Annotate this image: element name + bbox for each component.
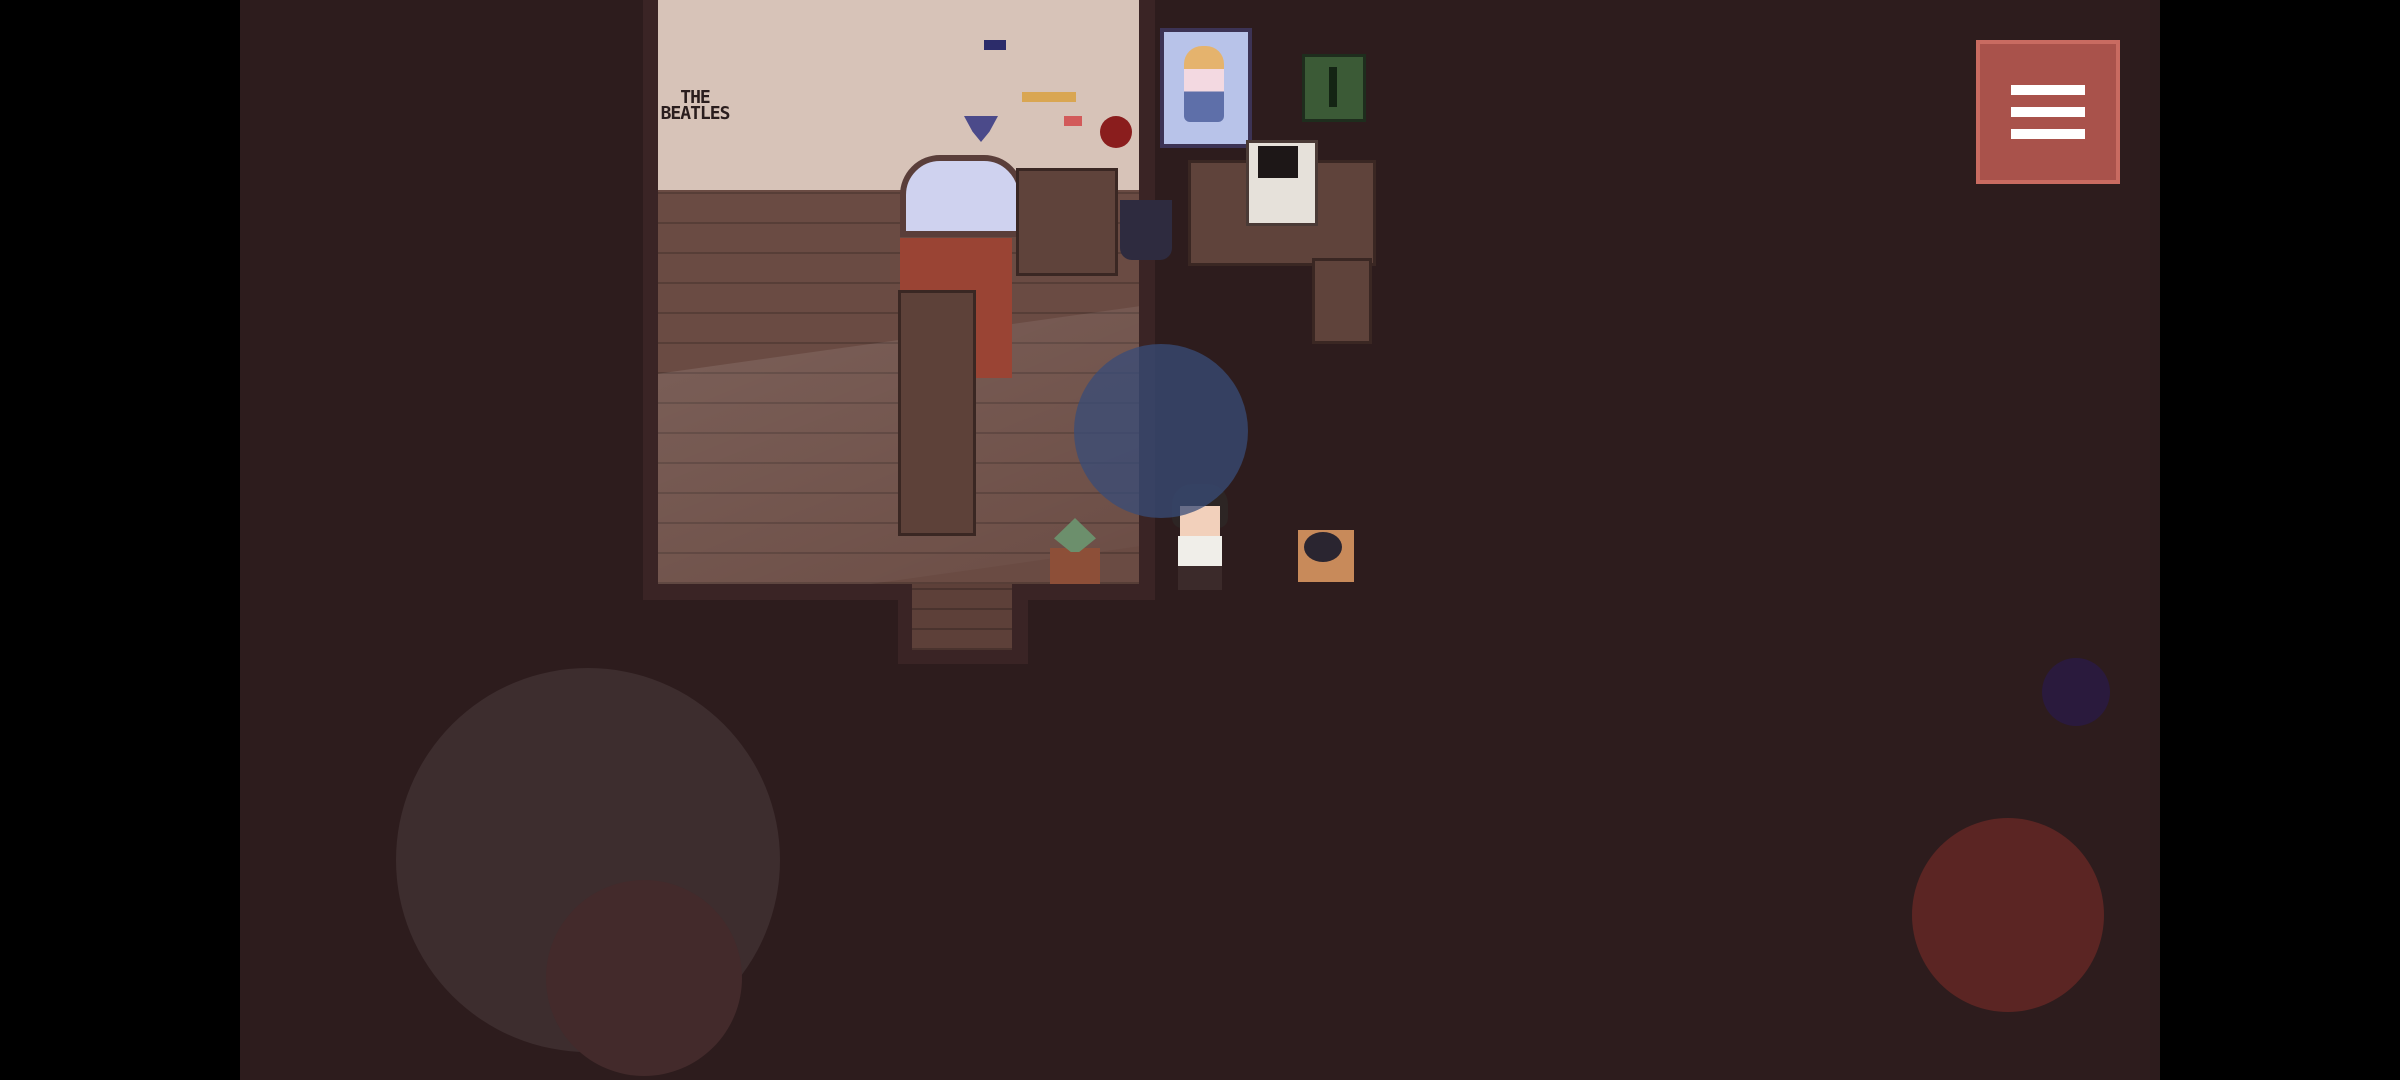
wastebasket	[1120, 200, 1172, 260]
sticker-yellow	[1022, 92, 1076, 102]
menu-button[interactable]	[1976, 40, 2120, 184]
hamburger-menu-icon	[2011, 85, 2085, 95]
chair	[1312, 258, 1372, 344]
wardrobe	[898, 290, 976, 536]
poster-figure	[1184, 46, 1224, 122]
sticker-red	[1064, 116, 1082, 126]
sticker-blue	[984, 40, 1006, 50]
player-pants	[1178, 566, 1222, 590]
action-button[interactable]	[1912, 818, 2104, 1012]
hamburger-menu-icon-line	[2011, 107, 2085, 117]
doorway	[912, 584, 1012, 650]
bed-headboard-pillow	[900, 155, 1024, 237]
bomb-item	[1304, 532, 1342, 562]
anime-poster	[1160, 28, 1252, 148]
player-shirt	[1178, 536, 1222, 566]
beatles-sign-text: THE BEATLES	[660, 87, 731, 124]
hamburger-menu-icon-line	[2011, 129, 2085, 139]
computer-screen	[1258, 146, 1298, 178]
cactus-picture	[1302, 54, 1366, 122]
nightstand	[1016, 168, 1118, 276]
touch-indicator	[1074, 344, 1248, 518]
ladybug-sticker	[1100, 116, 1132, 148]
beatles-sign: THE BEATLES	[658, 40, 738, 123]
virtual-joystick-knob[interactable]	[546, 880, 742, 1076]
plant-pot	[1050, 548, 1100, 584]
secondary-button[interactable]	[2042, 658, 2110, 726]
